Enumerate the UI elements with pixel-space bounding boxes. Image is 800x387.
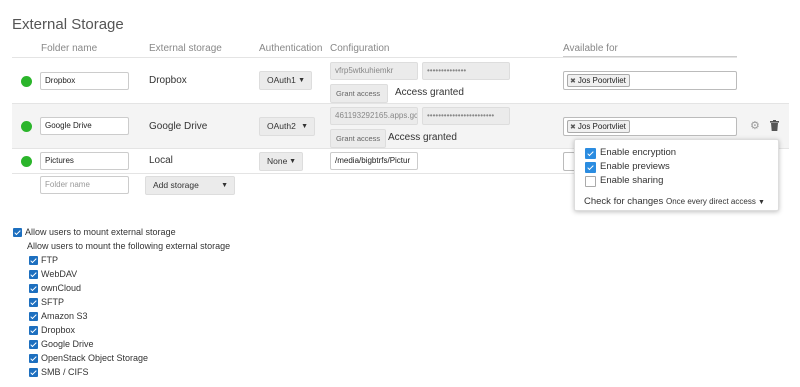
allow-following-label: Allow users to mount the following exter… [27,241,231,251]
header-available-for: Available for [563,43,618,54]
enable-sharing-checkbox[interactable] [585,176,596,187]
backend-google-drive-label: Google Drive [41,339,94,349]
caret-down-icon: ▼ [289,158,296,165]
auth-select[interactable]: OAuth2 ▼ [259,117,315,136]
folder-name-input[interactable]: Pictures [40,152,129,170]
folder-name-input[interactable]: Dropbox [40,72,129,90]
gear-icon[interactable]: ⚙ [750,119,760,132]
backend-dropbox-checkbox[interactable] [29,326,38,335]
backend-openstack-label: OpenStack Object Storage [41,353,149,363]
backend-webdav-label: WebDAV [41,269,78,279]
enable-encryption-checkbox[interactable] [585,148,596,159]
header-divider [12,57,737,58]
access-status-text: Access granted [395,87,464,98]
storage-type-label: Local [149,155,173,166]
available-for-input[interactable]: ✖ Jos Poortvliet [563,71,737,90]
access-status-text: Access granted [388,132,457,143]
mount-options-popup: Enable encryption Enable previews Enable… [574,139,779,211]
backend-amazon-s3-label: Amazon S3 [41,311,88,321]
backend-smb-cifs-checkbox[interactable] [29,368,38,377]
allow-user-mount-checkbox[interactable] [13,228,22,237]
storage-type-label: Google Drive [149,121,208,132]
backend-amazon-s3-checkbox[interactable] [29,312,38,321]
available-for-underline [563,56,737,57]
user-tag-label: Jos Poortvliet [577,122,626,131]
auth-select[interactable]: None ▼ [259,152,303,171]
backend-openstack-checkbox[interactable] [29,354,38,363]
user-tag: ✖ Jos Poortvliet [567,74,630,87]
caret-down-icon: ▼ [301,123,308,130]
add-storage-select[interactable]: Add storage ▼ [145,176,235,195]
row-divider [12,173,575,174]
check-changes-value: Once every direct access [666,197,756,206]
auth-select-label: OAuth2 [267,121,296,131]
config-app-secret-input[interactable]: •••••••••••••• [422,62,510,80]
backend-sftp-checkbox[interactable] [29,298,38,307]
enable-sharing-label: Enable sharing [600,175,664,186]
backend-google-drive-checkbox[interactable] [29,340,38,349]
header-folder-name: Folder name [41,43,98,54]
enable-previews-label: Enable previews [600,161,670,172]
folder-name-input[interactable]: Google Drive [40,117,129,135]
auth-select-label: OAuth1 [267,75,296,85]
status-ok-indicator [21,76,32,87]
close-icon[interactable]: ✖ [570,78,576,85]
config-client-secret-input[interactable]: •••••••••••••••••••••••• [422,107,510,125]
backend-dropbox-label: Dropbox [41,325,76,335]
enable-previews-checkbox[interactable] [585,162,596,173]
grant-access-button[interactable]: Grant access [330,84,388,103]
config-app-key-input[interactable]: vfrp5wtkuhiemkr [330,62,418,80]
backend-smb-cifs-label: SMB / CIFS [41,367,89,377]
backend-owncloud-checkbox[interactable] [29,284,38,293]
status-ok-indicator [21,121,32,132]
check-changes-label: Check for changes [584,196,664,207]
backend-owncloud-label: ownCloud [41,283,82,293]
config-datadir-input[interactable]: /media/bigbtrfs/Pictur [330,152,418,170]
caret-down-icon: ▼ [221,182,228,189]
section-title: External Storage [12,16,124,33]
auth-select-label: None [267,156,288,166]
caret-down-icon: ▼ [758,199,765,206]
add-storage-label: Add storage [153,180,199,190]
user-tag: ✖ Jos Poortvliet [567,120,630,133]
enable-encryption-label: Enable encryption [600,147,677,158]
header-authentication: Authentication [259,43,323,54]
allow-user-mount-label: Allow users to mount external storage [25,227,176,237]
caret-down-icon: ▼ [298,77,305,84]
backend-ftp-checkbox[interactable] [29,256,38,265]
close-icon[interactable]: ✖ [570,124,576,131]
row-divider [12,103,789,104]
config-client-id-input[interactable]: 461193292165.apps.gc [330,107,418,125]
user-tag-label: Jos Poortvliet [577,76,626,85]
header-external-storage: External storage [149,43,222,54]
trash-icon[interactable] [770,120,779,131]
backend-ftp-label: FTP [41,255,58,265]
grant-access-button[interactable]: Grant access [330,129,386,148]
storage-type-label: Dropbox [149,75,187,86]
header-configuration: Configuration [330,43,390,54]
backend-webdav-checkbox[interactable] [29,270,38,279]
new-folder-name-input[interactable]: Folder name [40,176,129,194]
available-for-input[interactable]: ✖ Jos Poortvliet [563,117,737,136]
auth-select[interactable]: OAuth1 ▼ [259,71,312,90]
check-changes-select[interactable]: Once every direct access ▼ [666,197,765,206]
status-ok-indicator [21,156,32,167]
backend-sftp-label: SFTP [41,297,65,307]
